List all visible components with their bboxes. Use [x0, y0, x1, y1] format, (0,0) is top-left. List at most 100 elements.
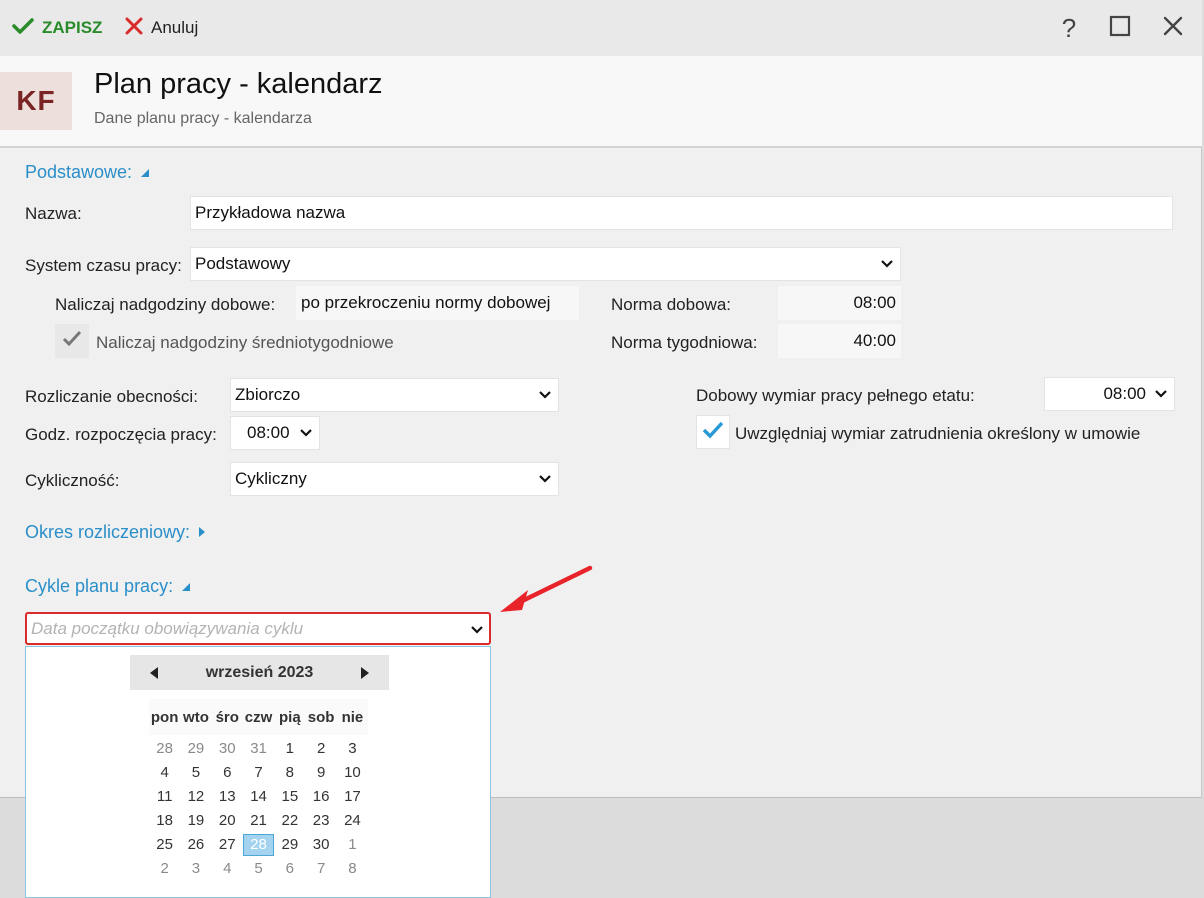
chevron-down-icon: [299, 426, 313, 440]
name-input[interactable]: Przykładowa nazwa: [190, 196, 1173, 230]
calendar-day[interactable]: 5: [243, 858, 274, 880]
weekly-ot-label: Naliczaj nadgodziny średniotygodniowe: [96, 333, 394, 352]
fulltime-label: Dobowy wymiar pracy pełnego etatu:: [696, 386, 975, 405]
calendar-day[interactable]: 17: [337, 786, 368, 808]
calendar-day[interactable]: 5: [180, 762, 211, 784]
expand-triangle-icon: [198, 522, 206, 543]
section-cycles-toggle[interactable]: Cykle planu pracy:: [25, 576, 191, 597]
calendar-day[interactable]: 18: [149, 810, 180, 832]
calendar-day[interactable]: 30: [305, 834, 336, 856]
chevron-down-icon: [1154, 387, 1168, 401]
attendance-select[interactable]: Zbiorczo: [230, 378, 559, 412]
cycle-start-date-input[interactable]: Data początku obowiązywania cyklu: [25, 612, 491, 645]
weekday-label: wto: [183, 708, 209, 726]
annotation-arrow-icon: [500, 565, 593, 612]
calendar-day[interactable]: 25: [149, 834, 180, 856]
prev-month-button[interactable]: [146, 665, 162, 681]
system-label: System czasu pracy:: [25, 256, 182, 275]
calendar-week-row: 18 19 20 21 22 23 24: [149, 809, 368, 833]
calendar-day[interactable]: 30: [212, 738, 243, 760]
calendar-day[interactable]: 2: [149, 858, 180, 880]
calendar-day[interactable]: 29: [180, 738, 211, 760]
weekday-label: śro: [215, 708, 239, 726]
calendar-week-row: 2345678: [149, 857, 368, 881]
checkmark-icon: [62, 330, 82, 353]
collapse-triangle-icon: [181, 576, 191, 597]
calendar-month-label[interactable]: wrzesień 2023: [206, 664, 314, 682]
calendar-day[interactable]: 1: [274, 738, 305, 760]
calendar-day[interactable]: 7: [305, 858, 336, 880]
weekly-ot-checkbox[interactable]: [55, 324, 89, 358]
calendar-day[interactable]: 12: [180, 786, 211, 808]
employment-label: Uwzględniaj wymiar zatrudnienia określon…: [735, 424, 1141, 443]
calendar-day[interactable]: 14: [243, 786, 274, 808]
start-time-select[interactable]: 08:00: [230, 416, 320, 450]
maximize-button[interactable]: [1103, 12, 1137, 44]
calendar-day[interactable]: 3: [337, 738, 368, 760]
calendar-day[interactable]: 6: [274, 858, 305, 880]
calendar-day[interactable]: 20: [212, 810, 243, 832]
section-settlement-toggle[interactable]: Okres rozliczeniowy:: [25, 522, 206, 543]
calendar-day[interactable]: 15: [274, 786, 305, 808]
calendar-day[interactable]: 10: [337, 762, 368, 784]
calendar-day[interactable]: 31: [243, 738, 274, 760]
chevron-down-icon: [880, 257, 894, 271]
calendar-day[interactable]: 29: [274, 834, 305, 856]
close-icon: [1162, 15, 1184, 42]
fulltime-select[interactable]: 08:00: [1044, 377, 1175, 411]
arrow-right-icon: [361, 666, 369, 679]
calendar-day[interactable]: 8: [274, 762, 305, 784]
calendar-day[interactable]: 9: [305, 762, 336, 784]
calendar-day[interactable]: 7: [243, 762, 274, 784]
app-logo: KF: [0, 72, 72, 130]
page-header: KF Plan pracy - kalendarz Dane planu pra…: [0, 56, 1202, 148]
cyclic-value: Cykliczny: [235, 469, 307, 488]
calendar-week-row: 28 29 30 31 1 2 3: [149, 737, 368, 761]
checkmark-icon: [12, 17, 34, 40]
calendar-day[interactable]: 19: [180, 810, 211, 832]
attendance-label: Rozliczanie obecności:: [25, 387, 198, 406]
weekday-header-row: pon wto śro czw pią sob nie: [149, 699, 369, 735]
calendar-week-row: 11 12 13 14 15 16 17: [149, 785, 368, 809]
calendar-day[interactable]: 27: [212, 834, 243, 856]
section-basic-label: Podstawowe:: [25, 162, 133, 182]
cancel-button[interactable]: Anuluj: [125, 14, 198, 42]
calendar-day[interactable]: 4: [149, 762, 180, 784]
page-title: Plan pracy - kalendarz: [94, 68, 383, 100]
calendar-day[interactable]: 21: [243, 810, 274, 832]
checkmark-icon: [702, 420, 724, 445]
calendar-day[interactable]: 13: [212, 786, 243, 808]
date-placeholder: Data początku obowiązywania cyklu: [31, 618, 304, 638]
calendar-day[interactable]: 3: [180, 858, 211, 880]
chevron-down-icon: [538, 472, 552, 486]
calendar-grid: pon wto śro czw pią sob nie 28 29 30 31 1 2 3 4 5 6 7 8 9 1…: [149, 699, 369, 881]
calendar-day[interactable]: 1: [337, 834, 368, 856]
weekday-label: czw: [244, 708, 273, 726]
section-basic-toggle[interactable]: Podstawowe:: [25, 162, 150, 183]
system-select[interactable]: Podstawowy: [190, 247, 901, 281]
save-button[interactable]: ZAPISZ: [12, 14, 102, 42]
section-cycles-label: Cykle planu pracy:: [25, 576, 174, 596]
calendar-day[interactable]: 11: [149, 786, 180, 808]
calendar-popup: wrzesień 2023 pon wto śro czw pią sob nie 28 29…: [25, 646, 491, 898]
weekday-label: pon: [150, 708, 179, 726]
calendar-day[interactable]: 23: [305, 810, 336, 832]
close-button[interactable]: [1156, 12, 1190, 44]
daily-ot-label: Naliczaj nadgodziny dobowe:: [55, 295, 276, 314]
next-month-button[interactable]: [357, 665, 373, 681]
calendar-day[interactable]: 26: [180, 834, 211, 856]
calendar-day[interactable]: 8: [337, 858, 368, 880]
calendar-day-selected[interactable]: 28: [242, 834, 275, 856]
fulltime-value: 08:00: [1103, 384, 1146, 403]
calendar-day[interactable]: 2: [305, 738, 336, 760]
calendar-day[interactable]: 22: [274, 810, 305, 832]
employment-checkbox[interactable]: [696, 415, 730, 449]
calendar-day[interactable]: 28: [149, 738, 180, 760]
help-button[interactable]: ?: [1052, 12, 1086, 44]
collapse-triangle-icon: [140, 162, 150, 183]
cyclic-select[interactable]: Cykliczny: [230, 462, 559, 496]
calendar-day[interactable]: 4: [212, 858, 243, 880]
calendar-day[interactable]: 6: [212, 762, 243, 784]
calendar-day[interactable]: 24: [337, 810, 368, 832]
calendar-day[interactable]: 16: [305, 786, 336, 808]
